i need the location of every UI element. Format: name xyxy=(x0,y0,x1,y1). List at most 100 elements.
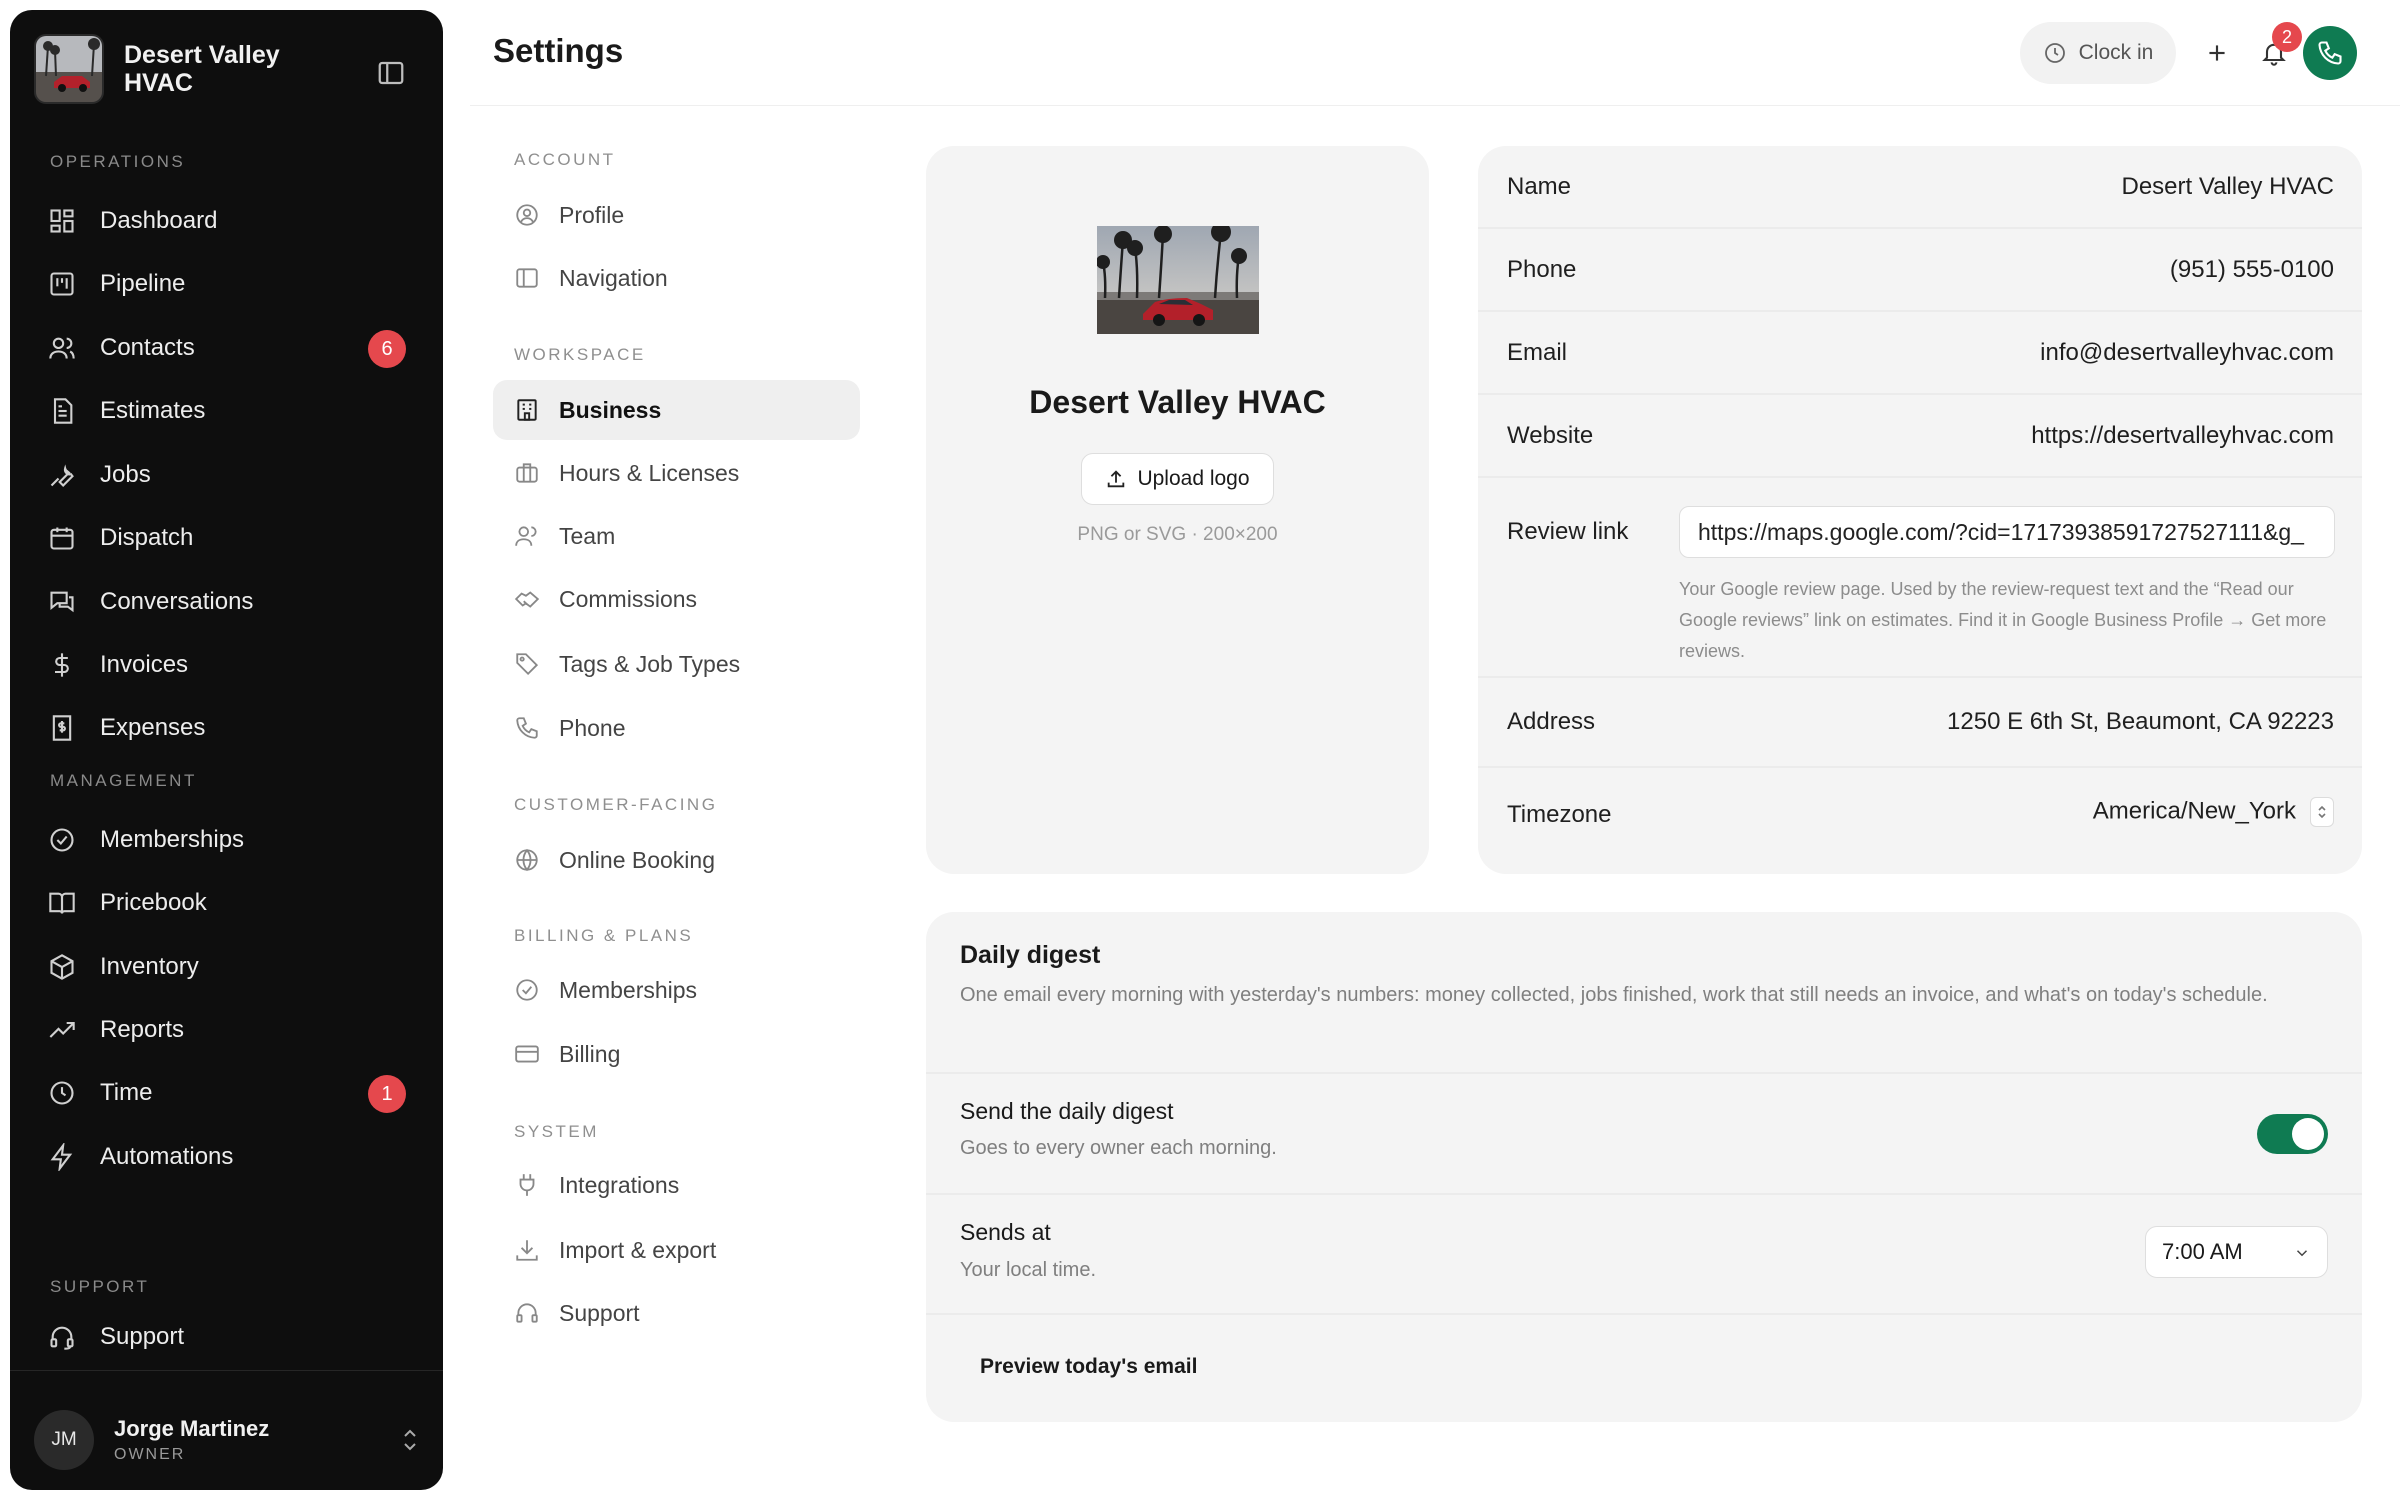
user-circle-icon xyxy=(513,201,541,229)
nav-memberships[interactable]: Memberships xyxy=(46,813,426,867)
trend-icon xyxy=(46,1014,78,1046)
settings-nav-label: Tags & Job Types xyxy=(559,650,741,677)
phone-button[interactable] xyxy=(2303,26,2357,80)
user-role: OWNER xyxy=(114,1446,186,1463)
sidebar-layout-icon xyxy=(513,264,541,292)
dashboard-icon xyxy=(46,205,78,237)
digest-divider xyxy=(926,1193,2362,1195)
contacts-icon xyxy=(46,332,78,364)
calendar-icon xyxy=(46,522,78,554)
brand-logo xyxy=(34,34,104,104)
send-digest-sub: Goes to every owner each morning. xyxy=(960,1137,1277,1159)
nav-automations[interactable]: Automations xyxy=(46,1130,426,1184)
nav-jobs[interactable]: Jobs xyxy=(46,448,426,502)
nav-dispatch[interactable]: Dispatch xyxy=(46,511,426,565)
settings-nav-memberships[interactable]: Memberships xyxy=(493,960,860,1020)
business-logo-card: Desert Valley HVAC Upload logo PNG or SV… xyxy=(926,146,1429,874)
nav-label: Time xyxy=(100,1079,153,1106)
tag-icon xyxy=(513,650,541,678)
sends-at-select[interactable]: 7:00 AM xyxy=(2145,1226,2328,1278)
info-row-address[interactable]: Address 1250 E 6th St, Beaumont, CA 9222… xyxy=(1478,678,2362,768)
settings-nav-label: Navigation xyxy=(559,264,668,291)
settings-nav-profile[interactable]: Profile xyxy=(493,185,860,245)
nav-inventory[interactable]: Inventory xyxy=(46,940,426,994)
dollar-icon xyxy=(46,649,78,681)
user-name: Jorge Martinez xyxy=(114,1416,270,1441)
add-button[interactable] xyxy=(2186,22,2248,84)
review-link-input[interactable]: https://maps.google.com/?cid=17173938591… xyxy=(1679,506,2335,558)
settings-nav-phone[interactable]: Phone xyxy=(493,698,860,758)
nav-dashboard[interactable]: Dashboard xyxy=(46,194,426,248)
nav-estimates[interactable]: Estimates xyxy=(46,384,426,438)
settings-nav-support[interactable]: Support xyxy=(493,1283,860,1343)
credit-card-icon xyxy=(513,1040,541,1068)
settings-nav-business[interactable]: Business xyxy=(493,380,860,440)
brand[interactable]: Desert Valley HVAC xyxy=(34,34,324,104)
settings-nav-label: Import & export xyxy=(559,1236,717,1263)
settings-nav-integrations[interactable]: Integrations xyxy=(493,1155,860,1215)
nav-support[interactable]: Support xyxy=(46,1310,426,1364)
contacts-badge: 6 xyxy=(368,330,406,368)
nav-reports[interactable]: Reports xyxy=(46,1003,426,1057)
avatar: JM xyxy=(34,1410,94,1470)
settings-nav-team[interactable]: Team xyxy=(493,506,860,566)
business-logo-image xyxy=(1097,226,1259,334)
phone-icon xyxy=(2318,41,2342,65)
settings-nav-label: Billing xyxy=(559,1040,621,1067)
nav-pipeline[interactable]: Pipeline xyxy=(46,257,426,311)
upload-logo-button[interactable]: Upload logo xyxy=(1081,453,1274,505)
plug-icon xyxy=(513,1171,541,1199)
settings-nav-billing[interactable]: Billing xyxy=(493,1024,860,1084)
wrench-icon xyxy=(46,459,78,491)
name-value[interactable]: Desert Valley HVAC xyxy=(2121,173,2334,201)
business-info-card: Name Desert Valley HVAC Phone (951) 555-… xyxy=(1478,146,2362,874)
section-label-support: SUPPORT xyxy=(50,1277,150,1296)
settings-nav-label: Online Booking xyxy=(559,846,715,873)
digest-description: One email every morning with yesterday's… xyxy=(960,984,2268,1006)
info-row-website[interactable]: Website https://desertvalleyhvac.com xyxy=(1478,395,2362,478)
settings-nav-label: Memberships xyxy=(559,976,698,1003)
settings-nav-commissions[interactable]: Commissions xyxy=(493,569,860,629)
phone-value[interactable]: (951) 555-0100 xyxy=(2170,256,2334,284)
nav-label: Conversations xyxy=(100,588,254,615)
nav-label: Expenses xyxy=(100,714,206,741)
section-label-management: MANAGEMENT xyxy=(50,771,197,790)
nav-expenses[interactable]: Expenses xyxy=(46,701,426,755)
email-value[interactable]: info@desertvalleyhvac.com xyxy=(2040,339,2334,367)
chevron-updown-icon xyxy=(400,1427,420,1458)
settings-nav-hours-licenses[interactable]: Hours & Licenses xyxy=(493,443,860,503)
address-value[interactable]: 1250 E 6th St, Beaumont, CA 92223 xyxy=(1947,708,2334,736)
settings-nav-label: Profile xyxy=(559,201,625,228)
headset-icon xyxy=(513,1299,541,1327)
nav-label: Memberships xyxy=(100,826,245,853)
clock-in-button[interactable]: Clock in xyxy=(2020,22,2176,84)
settings-nav-label: Phone xyxy=(559,714,626,741)
sidebar-toggle-icon[interactable] xyxy=(376,58,406,88)
send-digest-toggle[interactable] xyxy=(2257,1114,2328,1154)
settings-section-billing: BILLING & PLANS xyxy=(514,926,694,945)
nav-label: Automations xyxy=(100,1143,234,1170)
timezone-select[interactable]: America/New_York xyxy=(2093,797,2334,827)
info-row-phone[interactable]: Phone (951) 555-0100 xyxy=(1478,229,2362,312)
estimates-icon xyxy=(46,395,78,427)
settings-nav-import-export[interactable]: Import & export xyxy=(493,1220,860,1280)
nav-invoices[interactable]: Invoices xyxy=(46,638,426,692)
preview-email-button[interactable]: Preview today's email xyxy=(980,1355,1197,1379)
pipeline-icon xyxy=(46,268,78,300)
nav-label: Dashboard xyxy=(100,207,218,234)
user-menu[interactable]: JM Jorge Martinez OWNER xyxy=(34,1405,424,1475)
website-value[interactable]: https://desertvalleyhvac.com xyxy=(2031,422,2334,450)
nav-pricebook[interactable]: Pricebook xyxy=(46,876,426,930)
settings-nav-navigation[interactable]: Navigation xyxy=(493,248,860,308)
settings-nav-online-booking[interactable]: Online Booking xyxy=(493,830,860,890)
building-icon xyxy=(513,396,541,424)
nav-label: Support xyxy=(100,1323,185,1350)
nav-conversations[interactable]: Conversations xyxy=(46,575,426,629)
info-row-email[interactable]: Email info@desertvalleyhvac.com xyxy=(1478,312,2362,395)
chat-icon xyxy=(46,586,78,618)
settings-nav-tags-job-types[interactable]: Tags & Job Types xyxy=(493,634,860,694)
book-icon xyxy=(46,887,78,919)
globe-icon xyxy=(513,846,541,874)
business-name: Desert Valley HVAC xyxy=(1029,384,1326,420)
info-row-name[interactable]: Name Desert Valley HVAC xyxy=(1478,146,2362,229)
